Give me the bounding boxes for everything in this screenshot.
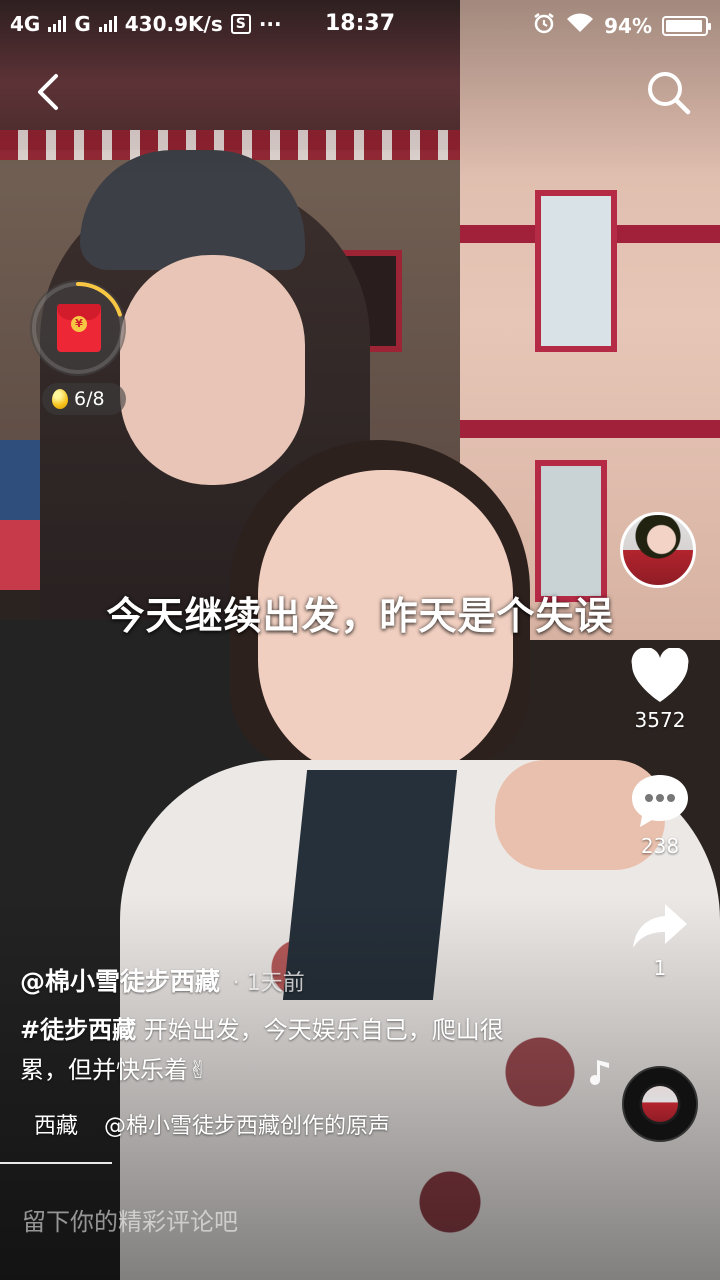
red-packet-widget[interactable]: ¥	[30, 280, 126, 376]
comment-bubble-icon	[632, 775, 688, 827]
comment-count: 238	[640, 834, 680, 858]
battery-icon	[662, 15, 711, 36]
yuan-coin-icon: ¥	[71, 316, 87, 332]
gold-egg-count: 6/8	[74, 388, 105, 410]
alarm-icon	[532, 11, 556, 40]
video-caption: 今天继续出发，昨天是个失误	[106, 594, 614, 638]
heart-icon	[631, 648, 689, 702]
status-bar: 4G G 430.9K/s S ··· 18:37 94%	[0, 0, 720, 50]
video-description: #徒步西藏 开始出发，今天娱乐自己，爬山很累，但并快乐着✌	[20, 1010, 520, 1090]
battery-percent: 94%	[604, 13, 652, 38]
music-disc-cover	[642, 1086, 678, 1122]
share-count: 1	[653, 956, 667, 980]
divider	[0, 1162, 112, 1164]
hashtag-link[interactable]: #徒步西藏	[20, 1016, 136, 1044]
music-row[interactable]: 西藏 @棉小雪徒步西藏创作的原声	[20, 1108, 390, 1140]
back-button[interactable]	[28, 70, 72, 114]
author-line: @棉小雪徒步西藏 · 1天前	[20, 962, 305, 998]
music-title[interactable]: @棉小雪徒步西藏创作的原声	[104, 1108, 390, 1140]
music-disc[interactable]	[622, 1066, 698, 1142]
red-envelope-icon: ¥	[57, 304, 101, 352]
gold-egg-counter[interactable]: 6/8	[42, 383, 126, 415]
post-time: · 1天前	[232, 971, 305, 996]
search-icon	[648, 72, 691, 115]
comment-input[interactable]: 留下你的精彩评论吧	[0, 1196, 600, 1252]
gold-egg-icon	[52, 389, 68, 409]
comment-button[interactable]: 238	[618, 772, 702, 858]
author-name[interactable]: @棉小雪徒步西藏	[20, 967, 220, 996]
author-avatar[interactable]	[620, 512, 696, 588]
like-count: 3572	[634, 708, 686, 732]
location-label[interactable]: 西藏	[34, 1108, 78, 1140]
share-arrow-icon	[633, 904, 687, 948]
search-button[interactable]	[644, 68, 694, 118]
music-note-icon	[590, 1060, 609, 1085]
share-button[interactable]: 1	[618, 900, 702, 980]
wifi-icon	[566, 12, 594, 39]
chevron-left-icon	[38, 74, 58, 110]
like-button[interactable]: 3572	[618, 648, 702, 732]
